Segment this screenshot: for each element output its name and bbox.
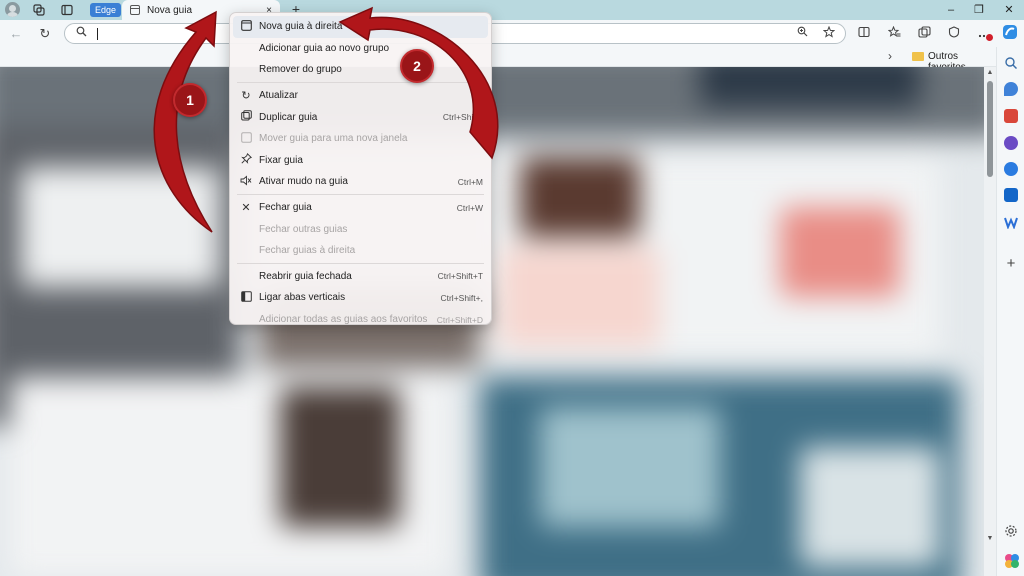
menu-item-pin-tab[interactable]: Fixar guia bbox=[233, 150, 488, 172]
menu-item-label: Fechar guia bbox=[259, 202, 312, 214]
menu-item-move-to-new-window: Mover guia para uma nova janela bbox=[233, 128, 488, 150]
menu-item-duplicate-tab[interactable]: Duplicar guia Ctrl+Shift+ bbox=[233, 106, 488, 128]
sidebar-tools-icon[interactable] bbox=[1004, 109, 1018, 123]
menu-item-label: Fechar guias à direita bbox=[259, 245, 356, 257]
sidebar-search-icon[interactable] bbox=[1004, 56, 1018, 70]
menu-item-vertical-tabs[interactable]: Ligar abas verticais Ctrl+Shift+, bbox=[233, 287, 488, 309]
zoom-icon[interactable] bbox=[794, 26, 810, 42]
back-button[interactable]: ← bbox=[6, 24, 26, 44]
menu-item-label: Nova guia à direita bbox=[259, 21, 343, 33]
page-scrollbar[interactable]: ▲ ▼ bbox=[984, 67, 996, 576]
minimize-button[interactable]: – bbox=[936, 0, 966, 20]
mute-icon bbox=[233, 175, 259, 189]
close-icon: ✕ bbox=[241, 202, 251, 215]
menu-item-label: Fixar guia bbox=[259, 154, 303, 166]
sidebar-shopping-icon[interactable] bbox=[1004, 82, 1018, 96]
browser-essentials-icon[interactable] bbox=[944, 24, 964, 44]
sidebar-microsoft365-icon[interactable] bbox=[1004, 162, 1018, 176]
favorites-overflow-chevron-icon[interactable]: › bbox=[888, 49, 892, 63]
menu-separator bbox=[237, 263, 484, 265]
folder-icon bbox=[912, 52, 924, 61]
new-tab-icon bbox=[130, 5, 140, 15]
menu-item-shortcut: Ctrl+Shift+ bbox=[442, 112, 483, 123]
menu-item-label: Remover do grupo bbox=[259, 64, 342, 76]
menu-item-new-tab-right[interactable]: Nova guia à direita bbox=[233, 16, 488, 38]
menu-item-shortcut: Ctrl+Shift+, bbox=[440, 292, 483, 303]
menu-item-remove-from-group[interactable]: Remover do grupo bbox=[233, 59, 488, 81]
edge-sidebar: + bbox=[996, 47, 1024, 576]
menu-item-close-tabs-right: Fechar guias à direita bbox=[233, 240, 488, 262]
favorites-bar: › Outros favoritos bbox=[0, 47, 996, 73]
menu-item-shortcut: Ctrl+M bbox=[457, 176, 483, 187]
menu-separator bbox=[237, 194, 484, 196]
vertical-tabs-icon bbox=[233, 291, 259, 305]
toolbar: ← ↻ bbox=[0, 20, 1024, 47]
sidebar-add-icon[interactable]: + bbox=[1004, 256, 1018, 271]
menu-item-label: Adicionar guia ao novo grupo bbox=[259, 42, 390, 54]
menu-item-label: Ligar abas verticais bbox=[259, 292, 346, 304]
sidebar-word-icon[interactable] bbox=[1004, 215, 1018, 230]
profile-avatar[interactable] bbox=[5, 2, 20, 17]
menu-item-shortcut: Ctrl+Shift+D bbox=[436, 314, 483, 325]
menu-item-label: Fechar outras guias bbox=[259, 223, 348, 235]
new-window-icon bbox=[233, 131, 259, 146]
scrollbar-thumb[interactable] bbox=[987, 81, 993, 177]
sidebar-outlook-icon[interactable] bbox=[1004, 188, 1018, 202]
duplicate-icon bbox=[233, 110, 259, 124]
favorites-icon[interactable] bbox=[884, 24, 904, 44]
copilot-icon[interactable] bbox=[1000, 24, 1020, 44]
workspaces-icon[interactable] bbox=[30, 1, 48, 19]
menu-item-close-tab[interactable]: ✕ Fechar guia Ctrl+W bbox=[233, 197, 488, 219]
menu-item-label: Adicionar todas as guias aos favoritos bbox=[259, 314, 428, 326]
menu-item-label: Mover guia para uma nova janela bbox=[259, 133, 408, 145]
step-badge-1: 1 bbox=[173, 83, 207, 117]
tab-actions-icon[interactable] bbox=[58, 1, 76, 19]
menu-separator bbox=[237, 82, 484, 84]
menu-item-shortcut: Ctrl+W bbox=[456, 202, 483, 213]
refresh-button[interactable]: ↻ bbox=[35, 24, 55, 44]
page-content-blurred bbox=[0, 67, 984, 576]
menu-item-label: Duplicar guia bbox=[259, 111, 318, 123]
menu-item-mute-tab[interactable]: Ativar mudo na guia Ctrl+M bbox=[233, 171, 488, 193]
menu-item-close-other-tabs: Fechar outras guias bbox=[233, 218, 488, 240]
tab-context-menu: Nova guia à direita Adicionar guia ao no… bbox=[229, 12, 492, 325]
edge-workspace-badge[interactable]: Edge bbox=[90, 3, 122, 17]
tab-strip: Edge Nova guia × + – ❐ ✕ bbox=[0, 0, 1024, 20]
scroll-up-icon[interactable]: ▲ bbox=[986, 69, 994, 76]
menu-item-shortcut: C bbox=[476, 90, 483, 101]
pin-icon bbox=[233, 153, 259, 167]
step-badge-2: 2 bbox=[400, 49, 434, 83]
collections-icon[interactable] bbox=[914, 24, 934, 44]
split-screen-icon[interactable] bbox=[854, 24, 874, 44]
menu-item-shortcut: Ctrl+Shift+T bbox=[437, 271, 483, 282]
menu-item-label: Ativar mudo na guia bbox=[259, 176, 348, 188]
menu-item-label: Reabrir guia fechada bbox=[259, 270, 352, 282]
sidebar-settings-icon[interactable] bbox=[1004, 524, 1018, 538]
search-icon bbox=[73, 26, 89, 42]
menu-item-add-to-new-group[interactable]: Adicionar guia ao novo grupo bbox=[233, 38, 488, 60]
sidebar-games-icon[interactable] bbox=[1004, 136, 1018, 150]
sidebar-copilot-icon[interactable] bbox=[1004, 553, 1019, 568]
favorite-star-icon[interactable] bbox=[821, 25, 837, 42]
text-caret bbox=[97, 28, 98, 40]
menu-item-reopen-closed-tab[interactable]: Reabrir guia fechada Ctrl+Shift+T bbox=[233, 266, 488, 288]
new-tab-right-icon bbox=[233, 19, 259, 34]
menu-item-refresh[interactable]: ↻ Atualizar C bbox=[233, 85, 488, 107]
scroll-down-icon[interactable]: ▼ bbox=[986, 535, 994, 542]
notification-dot bbox=[986, 34, 993, 41]
menu-item-add-all-to-favorites: Adicionar todas as guias aos favoritos C… bbox=[233, 309, 488, 331]
close-window-button[interactable]: ✕ bbox=[994, 0, 1024, 20]
maximize-button[interactable]: ❐ bbox=[964, 0, 994, 20]
refresh-icon: ↻ bbox=[241, 90, 251, 103]
menu-item-label: Atualizar bbox=[259, 90, 298, 102]
